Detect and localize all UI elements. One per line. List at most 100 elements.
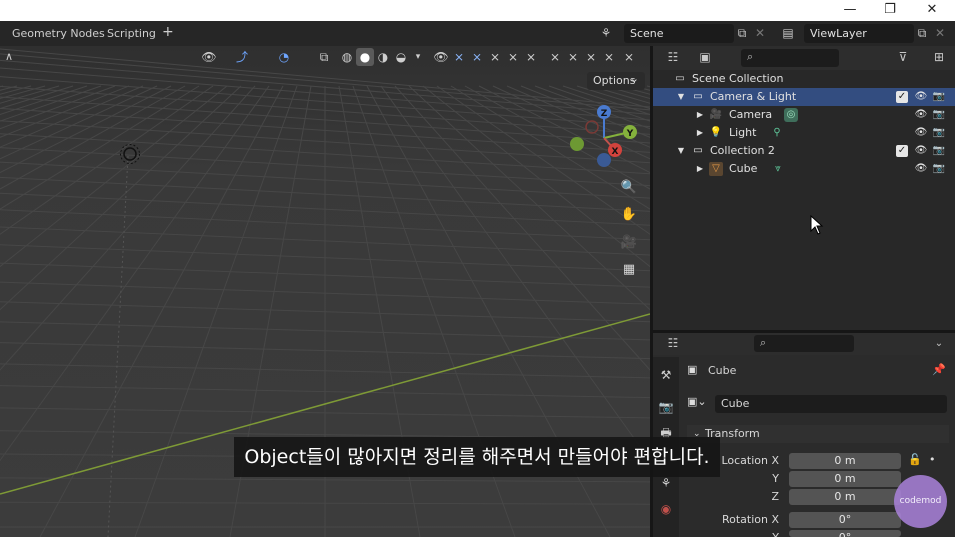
restrict-icon-5[interactable]: ⨯: [522, 48, 540, 66]
keyframe-dot-icon[interactable]: •: [929, 453, 936, 466]
outliner-row-camera[interactable]: ▶ 🎥 Camera ◎ 👁 📷: [653, 106, 955, 124]
eye-icon[interactable]: 👁: [914, 90, 928, 104]
delete-view-layer-icon[interactable]: ✕: [930, 24, 950, 43]
expand-arrow-icon[interactable]: ▼: [674, 90, 688, 104]
render-camera-icon[interactable]: 📷: [932, 90, 946, 104]
outliner-editor-type-icon[interactable]: ☷: [663, 48, 683, 67]
camera-object-icon: 🎥: [709, 109, 723, 120]
light-data-icon[interactable]: ⚲: [770, 126, 784, 140]
restrict-icon-4[interactable]: ⨯: [504, 48, 522, 66]
render-camera-icon[interactable]: 📷: [932, 162, 946, 176]
restrict-icon-2[interactable]: ⨯: [468, 48, 486, 66]
ortho-grid-icon[interactable]: ▦: [618, 259, 640, 281]
options-dropdown[interactable]: Options ⌄: [587, 72, 645, 90]
outliner-header: ☷ ▣ ⌕ ⊽ ⊞: [653, 46, 955, 70]
new-collection-icon[interactable]: ⊞: [929, 48, 949, 67]
outliner-row-label: Camera & Light: [710, 90, 797, 103]
scene-collection-icon: ▭: [675, 73, 685, 84]
restrict-icon-7[interactable]: ⨯: [564, 48, 582, 66]
object-name-field[interactable]: Cube: [715, 395, 947, 413]
scene-name-field[interactable]: Scene: [624, 24, 734, 43]
location-y-field[interactable]: 0 m: [789, 471, 901, 487]
minimize-button[interactable]: —: [830, 0, 870, 21]
rotation-x-field[interactable]: 0°: [789, 512, 901, 528]
expand-arrow-icon[interactable]: ▼: [674, 144, 688, 158]
properties-search-input[interactable]: ⌕: [754, 335, 854, 352]
render-tab-icon[interactable]: 📷: [656, 397, 676, 417]
add-workspace-button[interactable]: +: [162, 24, 174, 40]
delete-scene-icon[interactable]: ✕: [750, 24, 770, 43]
restrict-icon-9[interactable]: ⨯: [600, 48, 618, 66]
object-selector-icon[interactable]: ▣⌄: [687, 395, 707, 408]
navigation-gizmo[interactable]: Z Y X: [568, 102, 640, 174]
rotation-y-field[interactable]: 0°: [789, 530, 901, 537]
sun-light-icon[interactable]: [117, 141, 143, 167]
outliner-row-light[interactable]: ▶ 💡 Light ⚲ 👁 📷: [653, 124, 955, 142]
selectability-icon[interactable]: 👁: [200, 48, 218, 66]
restore-button[interactable]: ❐: [870, 0, 910, 21]
gizmo-neg-y: [570, 137, 584, 151]
visibility-icon[interactable]: 👁: [432, 48, 450, 66]
exclude-checkbox[interactable]: ✓: [896, 145, 908, 157]
render-camera-icon[interactable]: 📷: [932, 144, 946, 158]
outliner-search-input[interactable]: ⌕: [741, 49, 839, 67]
collection-icon: ▭: [693, 91, 703, 102]
properties-editor-type-icon[interactable]: ☷: [663, 334, 683, 353]
zoom-icon[interactable]: 🔍: [618, 177, 640, 199]
new-scene-icon[interactable]: ⧉: [732, 24, 752, 43]
eye-icon[interactable]: 👁: [914, 162, 928, 176]
expand-arrow-icon[interactable]: ▶: [693, 126, 707, 140]
restrict-icon-10[interactable]: ⨯: [620, 48, 638, 66]
tool-tab-icon[interactable]: ⚒: [656, 365, 676, 385]
gizmo-toggle-icon[interactable]: ⤴: [233, 48, 251, 66]
material-shading-icon[interactable]: ◑: [374, 48, 392, 66]
outliner-row-camera-light[interactable]: ▼ ▭ Camera & Light ✓ 👁 📷: [653, 88, 955, 106]
solid-shading-icon[interactable]: ●: [356, 48, 374, 66]
outliner-row-cube[interactable]: ▶ ▽ Cube ⩔ 👁 📷: [653, 160, 955, 178]
view-layer-selector-icon[interactable]: ▤: [778, 24, 798, 43]
gizmo-neg-x: [585, 120, 599, 134]
xray-toggle-icon[interactable]: ⧉: [315, 48, 333, 66]
rendered-shading-icon[interactable]: ◒: [392, 48, 410, 66]
restrict-icon-3[interactable]: ⨯: [486, 48, 504, 66]
shading-dropdown-icon[interactable]: ▾: [409, 48, 427, 66]
mesh-data-icon[interactable]: ⩔: [771, 162, 785, 176]
render-camera-icon[interactable]: 📷: [932, 126, 946, 140]
transform-panel-header[interactable]: ⌄ Transform: [687, 425, 949, 443]
scene-selector-icon[interactable]: ⚘: [596, 24, 616, 43]
editor-type-icon[interactable]: ∧: [0, 48, 18, 66]
camera-data-icon[interactable]: ◎: [784, 108, 798, 122]
tab-scripting[interactable]: Scripting: [107, 27, 156, 40]
display-mode-icon[interactable]: ▣: [695, 48, 715, 67]
outliner-row-label: Cube: [729, 162, 758, 175]
restrict-icon-8[interactable]: ⨯: [582, 48, 600, 66]
outliner-row-scene-collection[interactable]: ▭ Scene Collection: [653, 70, 955, 88]
location-x-field[interactable]: 0 m: [789, 453, 901, 469]
exclude-checkbox[interactable]: ✓: [896, 91, 908, 103]
overlay-toggle-icon[interactable]: ◔: [275, 48, 293, 66]
view-layer-field[interactable]: ViewLayer: [804, 24, 914, 43]
pan-hand-icon[interactable]: ✋: [618, 204, 640, 226]
lock-icon[interactable]: 🔓: [908, 453, 922, 466]
light-object-icon: 💡: [709, 127, 723, 138]
world-tab-icon[interactable]: ◉: [656, 499, 676, 519]
pin-icon[interactable]: 📌: [932, 363, 946, 376]
filter-icon[interactable]: ⊽: [893, 48, 913, 67]
properties-header: ☷ ⌕ ⌄: [653, 333, 955, 355]
tab-geometry-nodes[interactable]: Geometry Nodes: [12, 27, 105, 40]
chevron-down-icon[interactable]: ⌄: [929, 334, 949, 353]
restrict-icon-1[interactable]: ⨯: [450, 48, 468, 66]
new-view-layer-icon[interactable]: ⧉: [912, 24, 932, 43]
location-z-field[interactable]: 0 m: [789, 489, 901, 505]
wireframe-shading-icon[interactable]: ◍: [338, 48, 356, 66]
outliner-row-collection-2[interactable]: ▼ ▭ Collection 2 ✓ 👁 📷: [653, 142, 955, 160]
restrict-icon-6[interactable]: ⨯: [546, 48, 564, 66]
camera-view-icon[interactable]: 🎥: [618, 232, 640, 254]
expand-arrow-icon[interactable]: ▶: [693, 162, 707, 176]
close-button[interactable]: ✕: [912, 0, 952, 21]
eye-icon[interactable]: 👁: [914, 108, 928, 122]
expand-arrow-icon[interactable]: ▶: [693, 108, 707, 122]
eye-icon[interactable]: 👁: [914, 126, 928, 140]
eye-icon[interactable]: 👁: [914, 144, 928, 158]
render-camera-icon[interactable]: 📷: [932, 108, 946, 122]
